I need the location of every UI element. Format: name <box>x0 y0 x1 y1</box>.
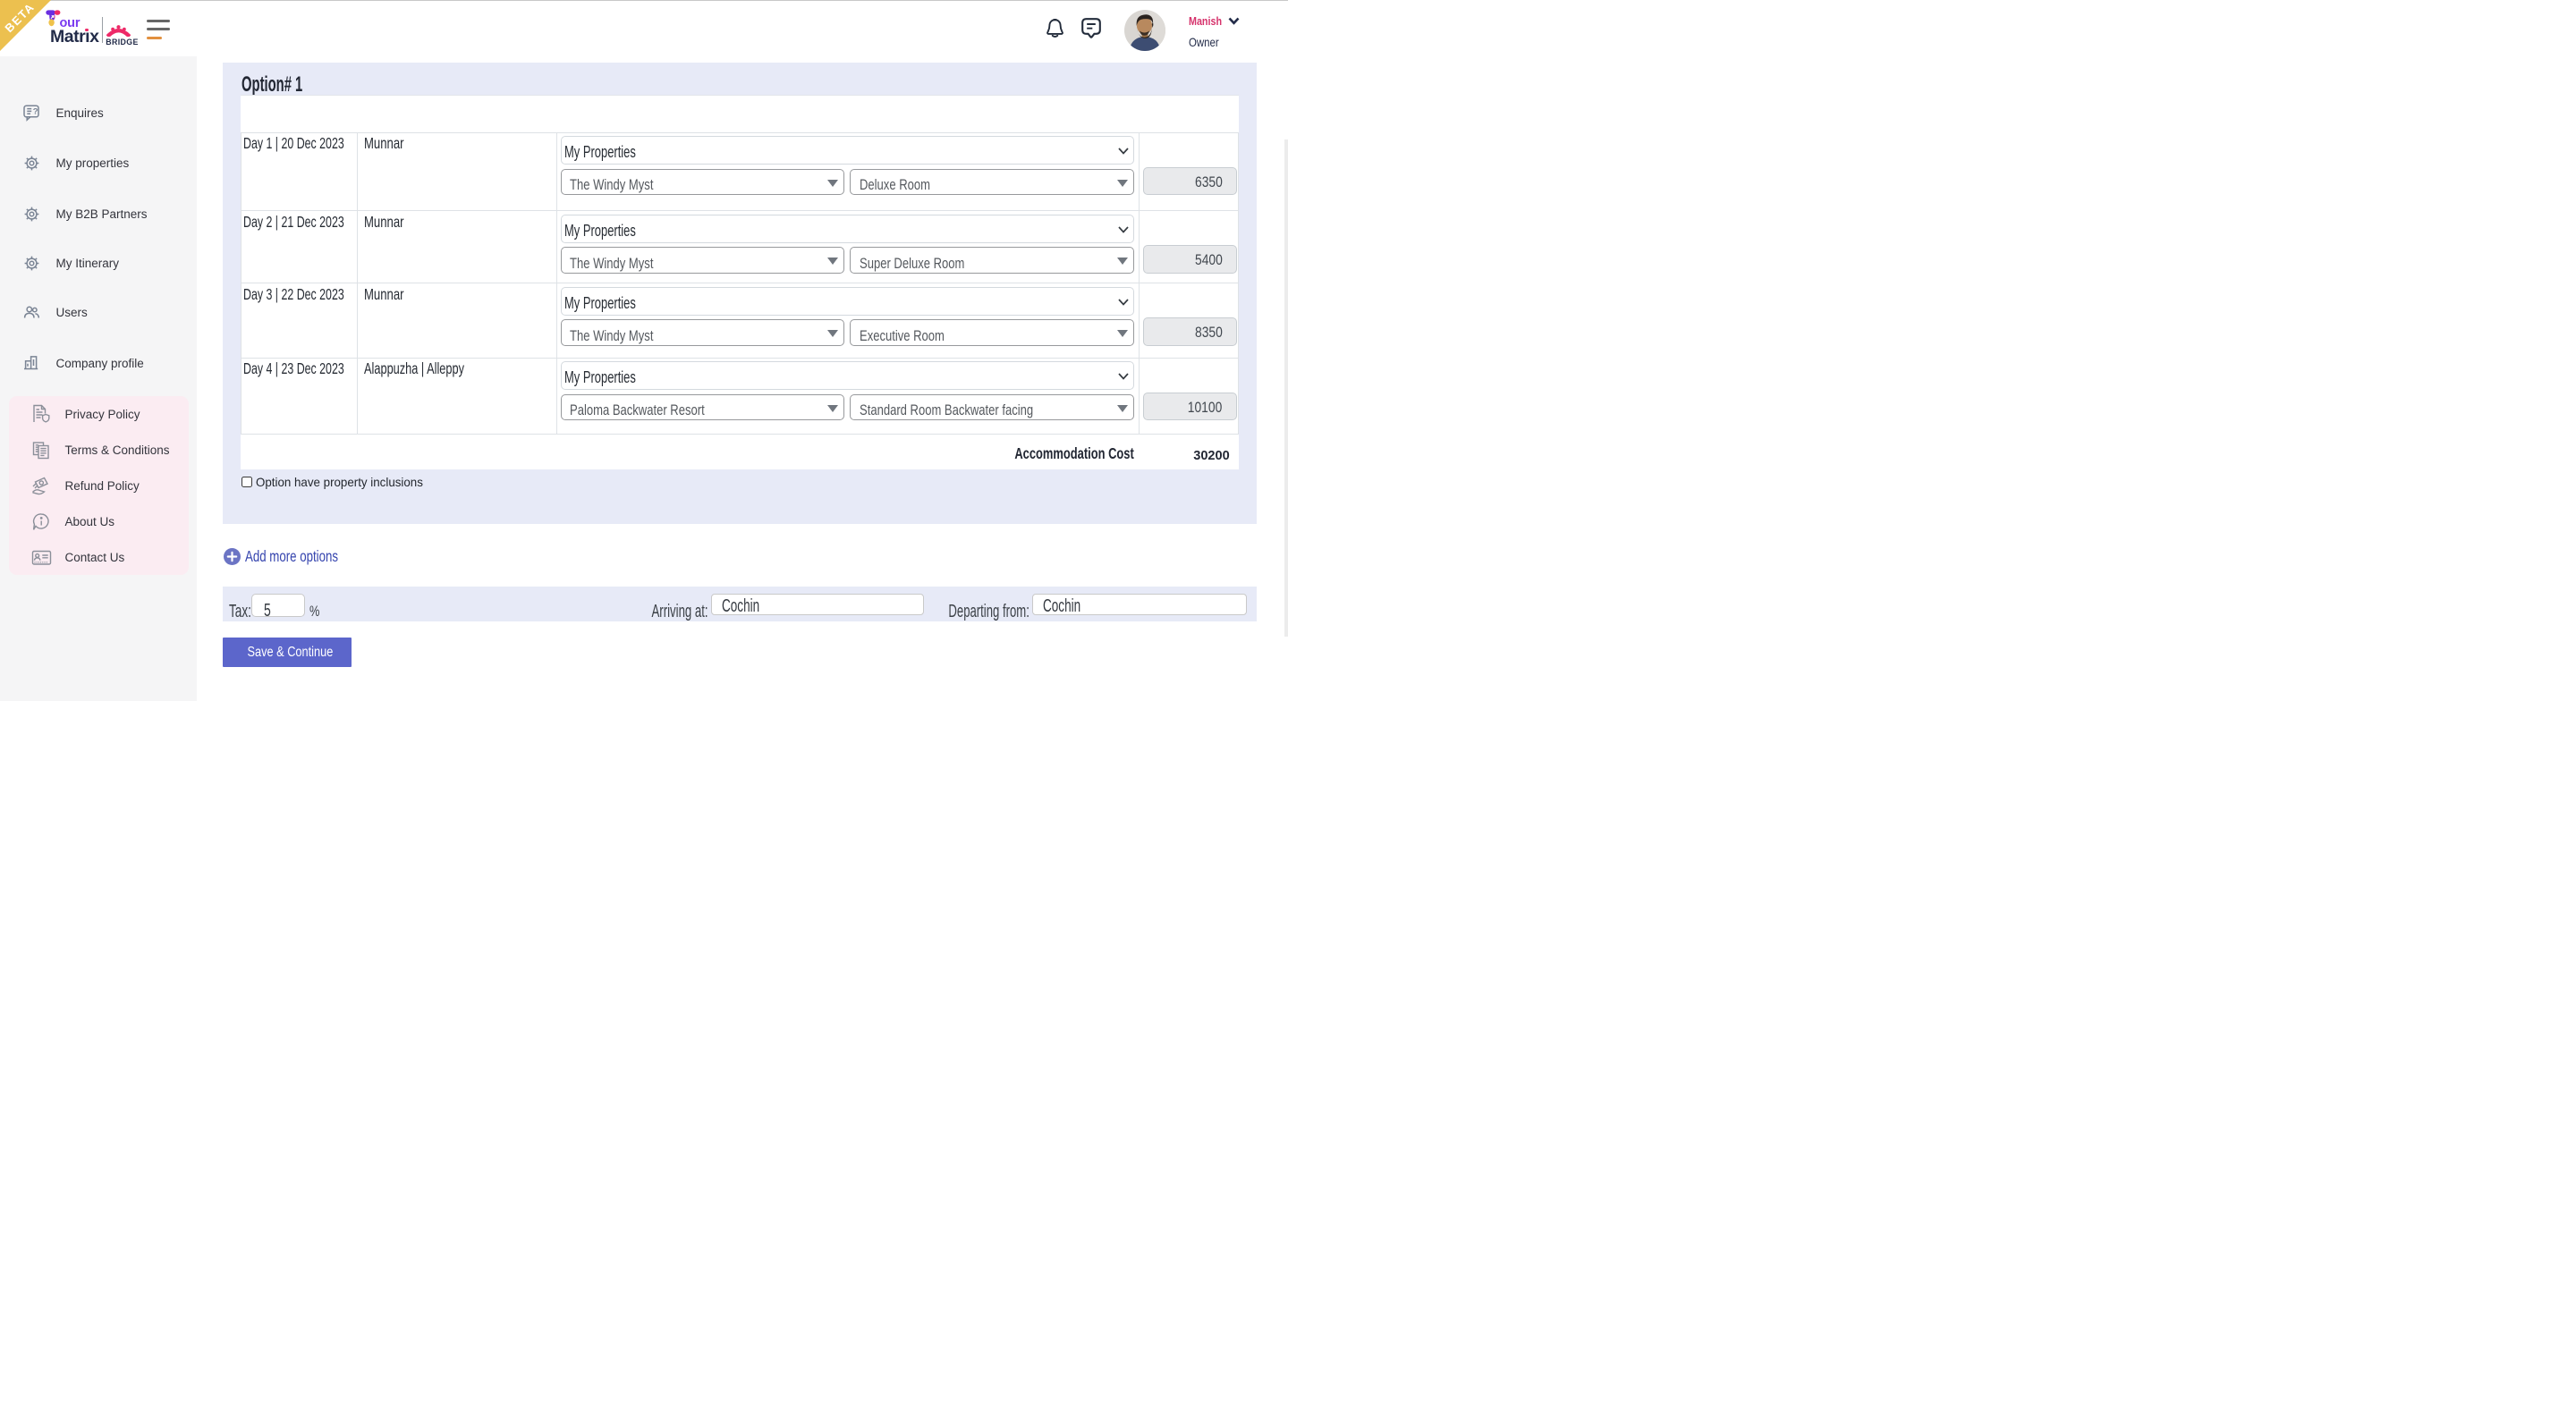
svg-text:?: ? <box>33 106 38 116</box>
